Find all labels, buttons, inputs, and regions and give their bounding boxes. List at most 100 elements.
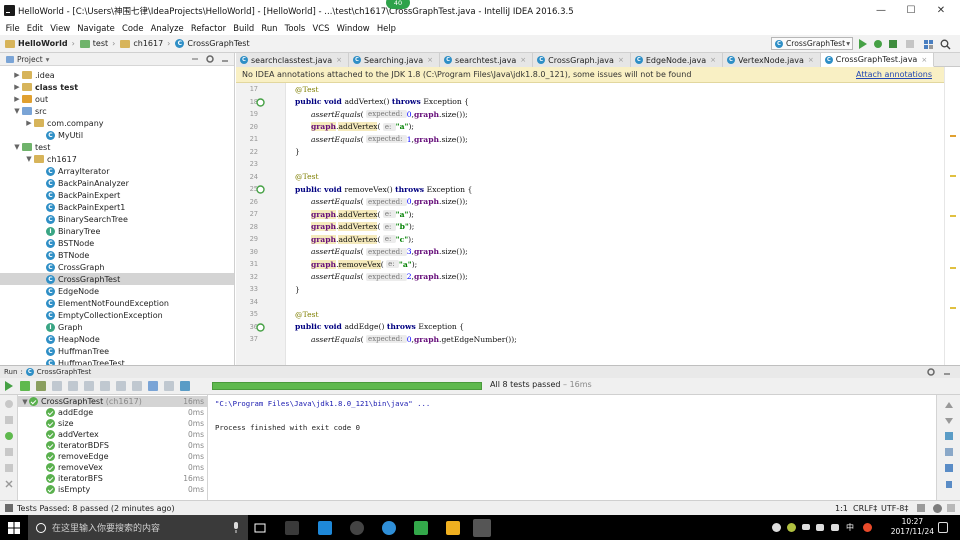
test-row[interactable]: removeEdge 0ms — [18, 451, 207, 462]
breadcrumb-file[interactable]: C CrossGraphTest — [175, 39, 250, 48]
project-tree-item[interactable]: ▼ ch1617 — [0, 153, 234, 165]
menu-analyze[interactable]: Analyze — [151, 23, 184, 33]
windows-start-icon[interactable] — [8, 522, 20, 534]
run-config-select[interactable]: C CrossGraphTest ▾ — [771, 37, 853, 50]
debug-icon[interactable] — [873, 39, 883, 49]
menu-build[interactable]: Build — [233, 23, 254, 33]
menu-tools[interactable]: Tools — [285, 23, 306, 33]
project-tree-item[interactable]: C BackPainExpert — [0, 189, 234, 201]
attach-annotations-link[interactable]: Attach annotations — [856, 70, 932, 79]
expand-all-icon[interactable] — [84, 381, 94, 391]
editor-tab[interactable]: C Searching.java × — [348, 53, 441, 67]
run-config-tab[interactable]: CrossGraphTest — [37, 368, 91, 376]
project-tree-item[interactable]: ▶ .idea — [0, 69, 234, 81]
media-player-icon[interactable] — [414, 521, 428, 535]
maximize-button[interactable]: ☐ — [896, 0, 926, 21]
gear-icon[interactable] — [926, 367, 936, 377]
gear-icon[interactable] — [205, 54, 215, 64]
search-everywhere-icon[interactable] — [940, 39, 951, 50]
sort-alpha-icon[interactable] — [52, 381, 62, 391]
print-icon[interactable] — [944, 463, 954, 473]
test-row[interactable]: addVertex 0ms — [18, 429, 207, 440]
app-5-icon[interactable] — [318, 521, 332, 535]
project-tree-item[interactable]: C MyUtil — [0, 129, 234, 141]
minimize-button[interactable]: — — [866, 0, 896, 21]
editor-tab[interactable]: C VertexNode.java × — [723, 53, 821, 67]
collapsed-arrow-icon[interactable]: ▶ — [12, 71, 22, 79]
file-encoding[interactable]: UTF-8‡ — [881, 504, 908, 513]
editor-tab[interactable]: Csearchtest.java × — [440, 53, 534, 67]
toggle-auto-test-icon[interactable] — [4, 431, 14, 441]
menu-run[interactable]: Run — [261, 23, 277, 33]
caret-position[interactable]: 1:1 — [835, 504, 848, 513]
project-tree-item[interactable]: C EmptyCollectionException — [0, 309, 234, 321]
collapsed-arrow-icon[interactable]: ▶ — [24, 119, 34, 127]
menu-view[interactable]: View — [50, 23, 70, 33]
close-tab-icon[interactable]: × — [618, 56, 624, 64]
project-tree-item[interactable]: C EdgeNode — [0, 285, 234, 297]
menu-code[interactable]: Code — [122, 23, 143, 33]
task-view-icon[interactable] — [254, 522, 266, 534]
test-row[interactable]: iteratorBFS 16ms — [18, 473, 207, 484]
sort-duration-icon[interactable] — [68, 381, 78, 391]
project-tree-item[interactable]: C ArrayIterator — [0, 165, 234, 177]
project-tree-item[interactable]: ▶ com.company — [0, 117, 234, 129]
close-run-icon[interactable] — [4, 479, 14, 489]
project-tree-item[interactable]: ▶ class test — [0, 81, 234, 93]
lock-icon[interactable] — [917, 504, 925, 512]
expanded-arrow-icon[interactable]: ▼ — [12, 143, 22, 151]
project-tree-item[interactable]: C BSTNode — [0, 237, 234, 249]
export-icon[interactable] — [148, 381, 158, 391]
project-tree-item[interactable]: C CrossGraphTest — [0, 273, 234, 285]
show-ignored-icon[interactable] — [36, 381, 46, 391]
project-tree-item[interactable]: C BTNode — [0, 249, 234, 261]
project-tree-item[interactable]: C BackPainAnalyzer — [0, 177, 234, 189]
test-row[interactable]: addEdge 0ms — [18, 407, 207, 418]
menu-navigate[interactable]: Navigate — [77, 23, 115, 33]
project-tree-item[interactable]: C CrossGraph — [0, 261, 234, 273]
menu-vcs[interactable]: VCS — [313, 23, 330, 33]
close-tab-icon[interactable]: × — [520, 56, 526, 64]
editor-tab[interactable]: C CrossGraphTest.java × — [820, 53, 935, 67]
taskbar-search-box[interactable]: 在这里输入你要搜索的内容 — [28, 515, 248, 540]
close-window-button[interactable]: ✕ — [926, 0, 956, 21]
project-tree-item[interactable]: C HeapNode — [0, 333, 234, 345]
close-tab-icon[interactable]: × — [336, 56, 342, 64]
hector-icon[interactable] — [933, 503, 942, 513]
run-console[interactable]: "C:\Program Files\Java\jdk1.8.0_121\bin\… — [209, 395, 936, 500]
network-icon[interactable] — [816, 524, 824, 531]
test-row[interactable]: removeVex 0ms — [18, 462, 207, 473]
run-icon[interactable] — [858, 39, 868, 49]
notifications-icon[interactable] — [938, 522, 948, 533]
collapsed-arrow-icon[interactable]: ▶ — [12, 95, 22, 103]
project-tree-item[interactable]: ▼ test — [0, 141, 234, 153]
test-suite-row[interactable]: ▼ CrossGraphTest (ch1617) 16ms — [18, 396, 207, 407]
coverage-icon[interactable] — [888, 39, 898, 49]
microphone-icon[interactable] — [232, 522, 240, 533]
project-tree-item[interactable]: ▼ src — [0, 105, 234, 117]
project-structure-icon[interactable] — [923, 39, 934, 50]
menu-file[interactable]: File — [6, 23, 20, 33]
stop-icon[interactable] — [4, 415, 14, 425]
scroll-down-icon[interactable] — [944, 415, 954, 425]
close-tab-icon[interactable]: × — [808, 56, 814, 64]
intellij-taskbar-icon[interactable] — [473, 519, 491, 537]
project-tree-item[interactable]: C BinarySearchTree — [0, 213, 234, 225]
pin-icon[interactable] — [4, 463, 14, 473]
tray-icon[interactable] — [802, 524, 810, 530]
soft-wrap-icon[interactable] — [944, 431, 954, 441]
next-test-icon[interactable] — [132, 381, 142, 391]
run-test-gutter-icon[interactable] — [256, 322, 265, 332]
tray-icon[interactable] — [863, 523, 872, 532]
project-tree-item[interactable]: I BinaryTree — [0, 225, 234, 237]
menu-window[interactable]: Window — [337, 23, 370, 33]
close-tab-icon[interactable]: × — [710, 56, 716, 64]
rerun-failed-icon[interactable] — [4, 399, 14, 409]
import-tests-icon[interactable] — [4, 447, 14, 457]
editor-tab[interactable]: Csearchclasstest.java × — [236, 53, 349, 67]
hide-panel-icon[interactable] — [220, 54, 230, 64]
project-tree-item[interactable]: C HuffmanTree — [0, 345, 234, 357]
project-view-selector[interactable]: Project — [17, 55, 43, 64]
project-tree-item[interactable]: C ElementNotFoundException — [0, 297, 234, 309]
pinwheel-app-icon[interactable] — [285, 521, 299, 535]
